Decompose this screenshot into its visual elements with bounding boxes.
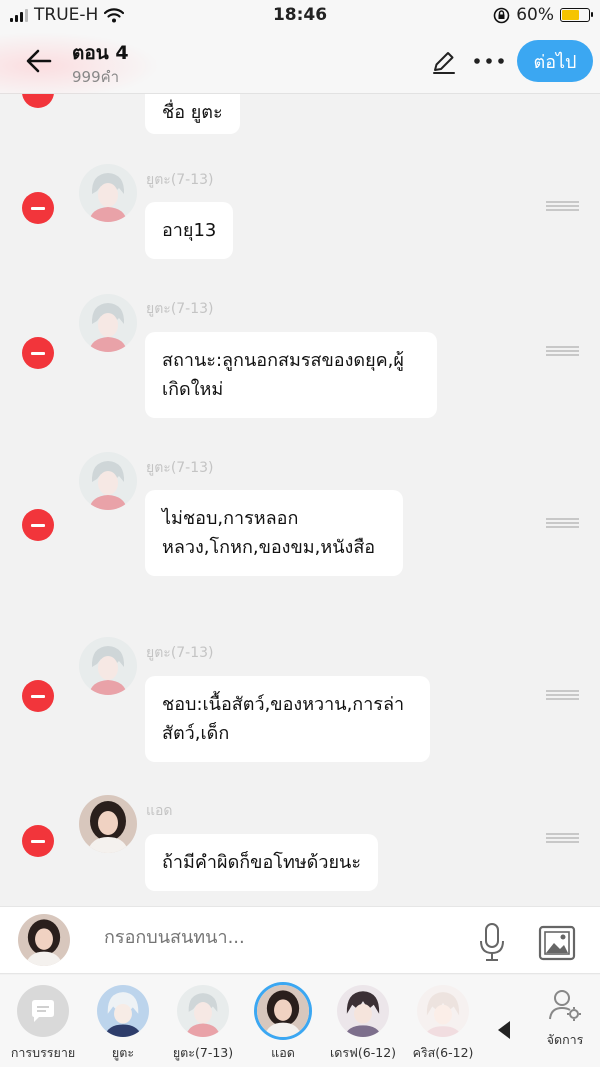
character-avatar bbox=[417, 985, 469, 1037]
message-line: อายุ13 bbox=[162, 220, 217, 241]
message-line: ชอบ:เนื้อสัตว์,ของหวาน,การล่า bbox=[162, 694, 405, 715]
microphone-icon[interactable] bbox=[475, 921, 509, 963]
message-bubble[interactable]: สถานะ:ลูกนอกสมรสของดยุค,ผู้ เกิดใหม่ bbox=[145, 332, 437, 418]
manage-characters-button[interactable]: จัดการ bbox=[536, 988, 594, 1050]
character-drev-6-12[interactable]: เดรฟ(6-12) bbox=[326, 985, 400, 1063]
character-avatar bbox=[177, 985, 229, 1037]
message-list: ชื่อ ยูตะ ยูตะ(7-13) อายุ13 ยูตะ(7-13) ส… bbox=[0, 94, 600, 906]
battery-icon bbox=[560, 8, 593, 22]
character-label: การบรรยาย bbox=[10, 1045, 76, 1060]
message-text: ชื่อ ยูตะ bbox=[162, 102, 223, 123]
message-bubble[interactable]: ถ้ามีคำผิดก็ขอโทษด้วยนะ bbox=[145, 834, 378, 891]
remove-message-button[interactable] bbox=[22, 509, 54, 541]
message-bubble[interactable]: อายุ13 bbox=[145, 202, 234, 259]
word-count: 999คำ bbox=[72, 68, 120, 86]
character-label: แอด bbox=[271, 1045, 295, 1060]
sender-name: ยูตะ(7-13) bbox=[146, 460, 214, 476]
message-line: สถานะ:ลูกนอกสมรสของดยุค,ผู้ bbox=[162, 350, 404, 371]
message-line: สัตว์,เด็ก bbox=[162, 723, 230, 744]
character-avatar bbox=[97, 985, 149, 1037]
more-options-icon[interactable] bbox=[472, 50, 506, 72]
character-admin[interactable]: แอด bbox=[246, 985, 320, 1063]
character-narration[interactable]: การบรรยาย bbox=[6, 985, 80, 1063]
character-tray: การบรรยาย ยูตะ ยูตะ(7-13) แอด เดรฟ(6-12)… bbox=[0, 975, 600, 1067]
message-bubble[interactable]: ชื่อ ยูตะ bbox=[145, 94, 240, 134]
drag-handle-icon[interactable] bbox=[546, 690, 579, 701]
message-line: เกิดใหม่ bbox=[162, 379, 224, 400]
remove-message-button[interactable] bbox=[22, 337, 54, 369]
sender-name: ยูตะ(7-13) bbox=[146, 301, 214, 317]
message-line: ไม่ชอบ,การหลอก bbox=[162, 508, 299, 529]
remove-message-button[interactable] bbox=[22, 94, 54, 108]
speech-bubble-icon bbox=[32, 1000, 54, 1022]
episode-title: ตอน 4 bbox=[72, 42, 129, 64]
avatar-yuta bbox=[79, 294, 137, 352]
character-yuta-7-13[interactable]: ยูตะ(7-13) bbox=[166, 985, 240, 1063]
character-label: เดรฟ(6-12) bbox=[329, 1045, 397, 1060]
current-speaker-avatar[interactable] bbox=[18, 914, 70, 966]
input-bar bbox=[0, 906, 600, 974]
tray-scroll-indicator bbox=[498, 1021, 510, 1039]
character-avatar bbox=[257, 985, 309, 1037]
sender-name: ยูตะ(7-13) bbox=[146, 172, 214, 188]
sender-name: แอด bbox=[146, 803, 173, 819]
drag-handle-icon[interactable] bbox=[546, 833, 579, 844]
status-bar: TRUE-H 18:46 60% bbox=[0, 0, 600, 32]
message-input[interactable] bbox=[104, 927, 444, 948]
header: ตอน 4 999คำ ต่อไป bbox=[0, 32, 600, 94]
pencil-icon[interactable] bbox=[430, 48, 458, 76]
character-avatar bbox=[337, 985, 389, 1037]
sender-name: ยูตะ(7-13) bbox=[146, 645, 214, 661]
character-yuta[interactable]: ยูตะ bbox=[86, 985, 160, 1063]
character-label: ยูตะ(7-13) bbox=[172, 1045, 234, 1060]
remove-message-button[interactable] bbox=[22, 680, 54, 712]
remove-message-button[interactable] bbox=[22, 825, 54, 857]
message-bubble[interactable]: ชอบ:เนื้อสัตว์,ของหวาน,การล่า สัตว์,เด็ก bbox=[145, 676, 430, 762]
remove-message-button[interactable] bbox=[22, 192, 54, 224]
avatar-yuta bbox=[79, 637, 137, 695]
back-arrow-icon[interactable] bbox=[24, 46, 54, 76]
image-icon[interactable] bbox=[538, 925, 576, 961]
message-bubble[interactable]: ไม่ชอบ,การหลอก หลวง,โกหก,ของขม,หนังสือ bbox=[145, 490, 403, 576]
battery-fill bbox=[562, 10, 579, 20]
battery-percent: 60% bbox=[516, 5, 554, 25]
next-button[interactable]: ต่อไป bbox=[517, 40, 593, 82]
narration-avatar bbox=[17, 985, 69, 1037]
message-line: หลวง,โกหก,ของขม,หนังสือ bbox=[162, 537, 376, 558]
manage-label: จัดการ bbox=[546, 1032, 584, 1047]
drag-handle-icon[interactable] bbox=[546, 518, 579, 529]
avatar-yuta bbox=[79, 164, 137, 222]
avatar-admin bbox=[79, 795, 137, 853]
avatar-yuta bbox=[79, 452, 137, 510]
character-chris-6-12[interactable]: คริส(6-12) bbox=[406, 985, 480, 1063]
character-label: ยูตะ bbox=[111, 1045, 135, 1060]
drag-handle-icon[interactable] bbox=[546, 201, 579, 212]
manage-characters-icon bbox=[549, 990, 581, 1021]
character-label: คริส(6-12) bbox=[412, 1045, 474, 1060]
orientation-lock-icon bbox=[493, 7, 510, 23]
drag-handle-icon[interactable] bbox=[546, 346, 579, 357]
message-line: ถ้ามีคำผิดก็ขอโทษด้วยนะ bbox=[162, 852, 361, 873]
